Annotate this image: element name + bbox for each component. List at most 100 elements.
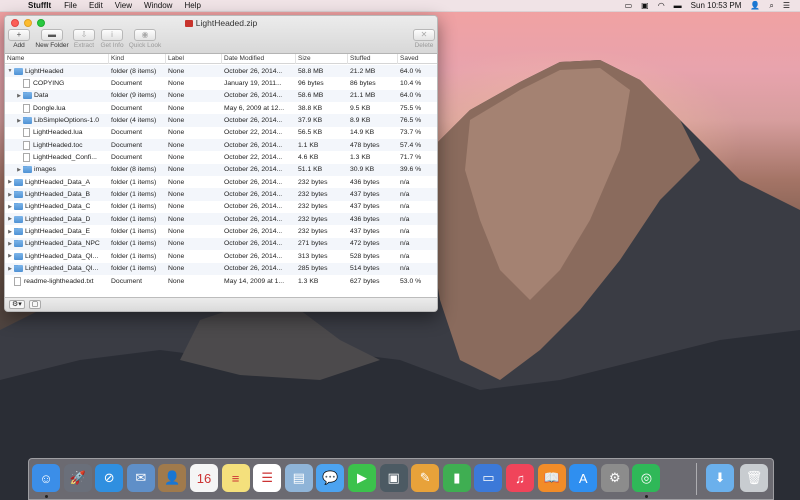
cell-stuffed: 472 bytes	[350, 240, 380, 248]
cell-saved: n/a	[400, 178, 410, 186]
menu-edit[interactable]: Edit	[89, 1, 103, 10]
wifi-icon[interactable]: ◠	[658, 1, 665, 10]
cell-label: None	[168, 178, 185, 186]
pages-icon[interactable]: ✎	[411, 464, 440, 492]
disclosure-triangle-icon[interactable]: ▶	[16, 118, 22, 124]
contacts-icon[interactable]: 👤	[158, 464, 187, 492]
folder-icon	[14, 191, 23, 199]
calendar-icon[interactable]: 16	[190, 464, 218, 492]
menu-view[interactable]: View	[115, 1, 132, 10]
facetime-icon[interactable]: ▶	[348, 464, 376, 492]
menu-help[interactable]: Help	[184, 1, 200, 10]
spotlight-icon[interactable]: ⌕	[769, 1, 773, 11]
cell-kind: Document	[111, 80, 142, 88]
get-info-button[interactable]: i Get Info	[99, 29, 125, 49]
table-row[interactable]: ▶ LightHeaded_Data_QI... folder (1 items) N…	[5, 250, 437, 262]
messages-icon[interactable]: 💬	[316, 464, 345, 492]
mail-stamp-icon[interactable]: ✉	[126, 464, 155, 492]
cell-size: 232 bytes	[298, 203, 328, 211]
document-icon	[23, 128, 30, 138]
new-folder-button[interactable]: ▬ New Folder	[35, 29, 69, 49]
disclosure-triangle-icon[interactable]: ▶	[7, 192, 13, 198]
table-row[interactable]: COPYING Document None January 19, 2011... 96…	[5, 77, 437, 89]
trash-icon[interactable]: 🗑	[740, 464, 768, 492]
disclosure-triangle-icon[interactable]: ▶	[16, 93, 22, 99]
table-row[interactable]: ▶ LightHeaded_Data_NPC folder (1 items) Non…	[5, 237, 437, 251]
photo-booth-icon[interactable]: ▣	[379, 464, 408, 492]
cell-saved: n/a	[400, 240, 410, 248]
app-menu[interactable]: StuffIt	[28, 1, 51, 10]
add-button[interactable]: + Add	[6, 29, 32, 49]
cell-size: 96 bytes	[298, 80, 324, 88]
column-header-size[interactable]: Size	[296, 53, 348, 64]
column-header-label[interactable]: Label	[166, 53, 222, 64]
new-folder-icon: ▬	[41, 29, 63, 41]
keynote-icon[interactable]: ▭	[474, 464, 503, 492]
numbers-icon[interactable]: ▮	[442, 464, 471, 492]
table-row[interactable]: LightHeaded_Confi... Document None October …	[5, 151, 437, 163]
display-mirroring-icon[interactable]: ▭	[625, 1, 633, 10]
cell-size: 232 bytes	[298, 191, 328, 199]
table-row[interactable]: ▶ LightHeaded_Data_QI... folder (1 items) N…	[5, 262, 437, 275]
ibooks-icon[interactable]: 📖	[537, 464, 566, 492]
column-header-kind[interactable]: Kind	[109, 53, 166, 64]
view-toggle-icon[interactable]: ▢	[28, 300, 42, 309]
cell-stuffed: 437 bytes	[350, 191, 380, 199]
safari-icon[interactable]: ⊘	[95, 464, 124, 492]
app-store-icon[interactable]: A	[569, 464, 598, 492]
disclosure-triangle-icon[interactable]: ▶	[7, 241, 13, 247]
finder-icon[interactable]: ☺	[32, 464, 60, 492]
user-icon[interactable]: 👤	[750, 1, 760, 10]
reminders-icon[interactable]: ☰	[253, 464, 282, 492]
name-cell: ▶ LightHeaded_Data_E	[5, 228, 109, 236]
table-row[interactable]: LightHeaded.lua Document None October 22, 2…	[5, 127, 437, 139]
table-row[interactable]: ▶ LightHeaded_Data_B folder (1 items) None O…	[5, 188, 437, 201]
table-row[interactable]: readme-lightheaded.txt Document None May 14…	[5, 275, 437, 287]
table-row[interactable]: ▶ images folder (8 items) None October 26, 2…	[5, 163, 437, 177]
table-row[interactable]: ▶ LightHeaded_Data_C folder (1 items) None O…	[5, 201, 437, 213]
launchpad-icon[interactable]: 🚀	[63, 464, 92, 492]
table-row[interactable]: ▶ LightHeaded_Data_E folder (1 items) None O…	[5, 225, 437, 237]
stuffit-icon[interactable]: ◎	[632, 464, 661, 492]
title-bar[interactable]: LightHeaded.zip + Add ▬ New Folder ⇩ Extract i…	[5, 16, 437, 54]
disclosure-triangle-icon[interactable]: ▶	[7, 179, 13, 185]
menu-window[interactable]: Window	[144, 1, 172, 10]
disclosure-triangle-icon[interactable]: ▶	[7, 216, 13, 222]
menu-file[interactable]: File	[64, 1, 77, 10]
battery-icon[interactable]: ▬	[674, 1, 682, 10]
notes-icon[interactable]: ≡	[221, 464, 250, 492]
column-header-saved[interactable]: Saved	[398, 54, 437, 64]
cell-date: October 26, 2014...	[224, 141, 283, 149]
table-row[interactable]: ▼ LightHeaded folder (8 items) None October …	[5, 65, 437, 78]
disclosure-triangle-icon[interactable]: ▶	[16, 167, 22, 173]
table-row[interactable]: ▶ LightHeaded_Data_A folder (1 items) None O…	[5, 176, 437, 188]
disclosure-triangle-icon[interactable]: ▶	[7, 266, 13, 272]
disclosure-triangle-icon[interactable]: ▶	[7, 204, 13, 210]
column-header-date-modified[interactable]: Date Modified	[222, 53, 296, 64]
airplay-icon[interactable]: ▣	[641, 1, 649, 10]
disclosure-triangle-icon[interactable]: ▼	[7, 68, 13, 74]
column-header-name[interactable]: Name	[5, 53, 109, 64]
delete-button[interactable]: ✕ Delete	[411, 29, 437, 49]
cell-kind: folder (1 items)	[111, 191, 157, 199]
preview-icon[interactable]: ▤	[284, 464, 313, 492]
disclosure-triangle-icon[interactable]: ▶	[7, 229, 13, 235]
extract-button[interactable]: ⇩ Extract	[71, 29, 97, 49]
disclosure-triangle-icon[interactable]: ▶	[7, 253, 13, 259]
table-row[interactable]: ▶ LightHeaded_Data_D folder (1 items) None O…	[5, 213, 437, 226]
table-row[interactable]: ▶ LibSimpleOptions-1.0 folder (4 items) Non…	[5, 114, 437, 127]
table-row[interactable]: ▶ Data folder (9 items) None October 26, 201…	[5, 89, 437, 103]
itunes-icon[interactable]: ♫	[506, 464, 534, 492]
column-header-stuffed[interactable]: Stuffed	[348, 53, 398, 64]
table-row[interactable]: LightHeaded.toc Document None October 26, 2…	[5, 139, 437, 152]
table-row[interactable]: Dongle.lua Document None May 6, 2009 at 12.…	[5, 102, 437, 114]
clock[interactable]: Sun 10:53 PM	[691, 1, 742, 10]
quick-look-button[interactable]: ◉ Quick Look	[129, 29, 161, 49]
cell-saved: 57.4 %	[400, 141, 422, 149]
action-menu-gear-icon[interactable]: ⚙▾	[9, 300, 25, 309]
file-name: LightHeaded_Confi...	[33, 154, 97, 162]
system-preferences-icon[interactable]: ⚙	[600, 464, 629, 492]
downloads-folder-icon[interactable]: ⬇	[706, 464, 734, 492]
notification-center-icon[interactable]: ☰	[783, 1, 790, 10]
cell-saved: 10.4 %	[400, 80, 422, 88]
